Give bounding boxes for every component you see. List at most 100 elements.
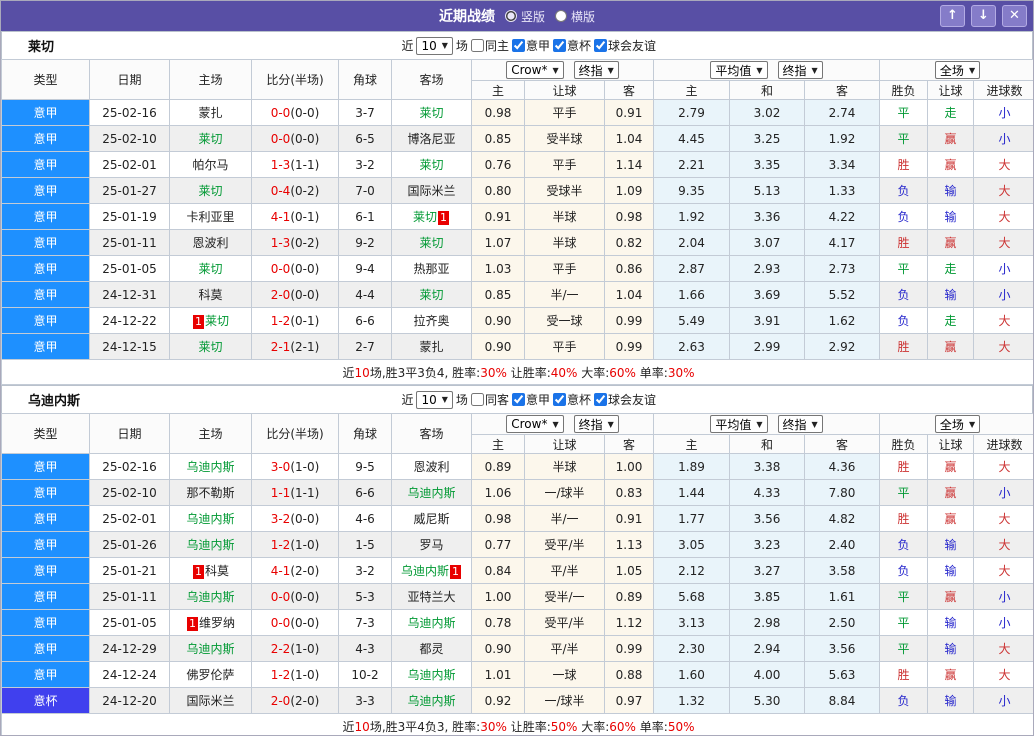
coppa-checkbox-label[interactable]: 意杯 [552,391,591,408]
home-team-cell[interactable]: 莱切 [169,255,252,282]
result-goals-value: 大 [973,229,1033,256]
home-team-cell[interactable]: 佛罗伦萨 [169,661,252,688]
match-type-cell: 意甲 [1,557,90,584]
home-team-cell[interactable]: 科莫 [169,281,252,308]
col-odds-home: 主 [471,434,525,454]
match-count-select[interactable]: 10 ▼ [416,36,453,55]
odds-time-select[interactable]: 终指 ▼ [573,415,619,433]
move-down-button[interactable]: ↓ [971,5,996,27]
avg-home-value: 5.68 [653,583,731,610]
away-team-cell[interactable]: 蒙扎 [391,333,472,360]
serie-a-checkbox-label[interactable]: 意甲 [511,37,550,54]
away-team-cell[interactable]: 恩波利 [391,453,472,480]
layout-vertical-radio-label[interactable]: 竖版 [504,8,545,25]
home-team-cell[interactable]: 恩波利 [169,229,252,256]
home-team-cell[interactable]: 1 莱切 [169,307,252,334]
away-team-cell[interactable]: 乌迪内斯 [391,661,472,688]
home-team-cell[interactable]: 蒙扎 [169,99,252,126]
match-type-cell: 意甲 [1,583,90,610]
home-team-cell[interactable]: 莱切 [169,125,252,152]
friendly-checkbox-label[interactable]: 球会友谊 [593,391,656,408]
layout-vertical-radio[interactable] [504,10,517,22]
avg-time-select[interactable]: 终指 ▼ [777,415,823,433]
match-count-select[interactable]: 10 ▼ [416,390,453,409]
serie-a-checkbox[interactable] [511,39,525,52]
friendly-checkbox-label[interactable]: 球会友谊 [593,37,656,54]
home-team-cell[interactable]: 莱切 [169,333,252,360]
away-team-cell[interactable]: 罗马 [391,531,472,558]
close-button[interactable]: ✕ [1002,5,1027,27]
home-team-cell[interactable]: 乌迪内斯 [169,505,252,532]
home-team-cell[interactable]: 乌迪内斯 [169,531,252,558]
result-goals-value: 大 [973,531,1033,558]
match-date: 25-01-26 [89,531,170,558]
away-team-cell[interactable]: 国际米兰 [391,177,472,204]
avg-draw-value: 2.93 [729,255,806,282]
away-team-cell[interactable]: 乌迪内斯 1 [391,557,472,584]
bookmaker-select[interactable]: Crow* ▼ [506,415,564,433]
col-res-handicap: 让球 [927,434,975,454]
away-team-cell[interactable]: 莱切 [391,99,472,126]
coppa-checkbox[interactable] [552,393,566,406]
col-type: 类型 [1,59,90,100]
home-team-cell[interactable]: 1 维罗纳 [169,609,252,636]
same-venue-checkbox[interactable] [470,39,484,52]
away-team-cell[interactable]: 乌迪内斯 [391,479,472,506]
avg-draw-value: 3.25 [729,125,806,152]
home-team-cell[interactable]: 帕尔马 [169,151,252,178]
away-team-cell[interactable]: 威尼斯 [391,505,472,532]
home-team-cell[interactable]: 莱切 [169,177,252,204]
friendly-checkbox[interactable] [593,393,607,406]
home-team-cell[interactable]: 卡利亚里 [169,203,252,230]
avg-draw-value: 3.07 [729,229,806,256]
odds-time-select[interactable]: 终指 ▼ [573,61,619,79]
move-up-button[interactable]: ↑ [940,5,965,27]
away-team-cell[interactable]: 莱切 [391,151,472,178]
away-team-cell[interactable]: 都灵 [391,635,472,662]
odds-away-value: 0.91 [603,505,655,532]
period-select[interactable]: 全场 ▼ [934,61,981,79]
away-team-name: 拉齐奥 [413,314,450,328]
average-select[interactable]: 平均值 ▼ [710,61,768,79]
away-team-cell[interactable]: 乌迪内斯 [391,609,472,636]
score-cell: 1-2(1-0) [251,531,339,558]
away-team-cell[interactable]: 乌迪内斯 [391,687,472,714]
layout-horizontal-radio-label[interactable]: 横版 [555,8,595,25]
same-venue-checkbox-label[interactable]: 同主 [470,37,509,54]
away-team-cell[interactable]: 莱切 [391,229,472,256]
avg-away-value: 3.58 [804,557,881,584]
serie-a-checkbox[interactable] [511,393,525,406]
away-team-cell[interactable]: 亚特兰大 [391,583,472,610]
home-team-cell[interactable]: 乌迪内斯 [169,583,252,610]
away-team-cell[interactable]: 热那亚 [391,255,472,282]
period-select[interactable]: 全场 ▼ [934,415,981,433]
bookmaker-select[interactable]: Crow* ▼ [506,61,564,79]
home-team-name: 乌迪内斯 [186,512,235,526]
away-team-cell[interactable]: 博洛尼亚 [391,125,472,152]
home-team-cell[interactable]: 乌迪内斯 [169,453,252,480]
table-row: 意甲 25-01-21 1 科莫 4-1(2-0) 3-2 乌迪内斯 1 0.84 … [1,557,1033,584]
same-venue-checkbox[interactable] [470,393,484,406]
friendly-checkbox[interactable] [593,39,607,52]
coppa-checkbox-label[interactable]: 意杯 [552,37,591,54]
away-team-cell[interactable]: 拉齐奥 [391,307,472,334]
home-team-cell[interactable]: 那不勒斯 [169,479,252,506]
match-type-cell: 意甲 [1,333,90,360]
home-team-cell[interactable]: 1 科莫 [169,557,252,584]
same-venue-checkbox-label[interactable]: 同客 [470,391,509,408]
score-cell: 1-3(1-1) [251,151,339,178]
result-handicap-value: 输 [927,203,975,230]
home-team-cell[interactable]: 国际米兰 [169,687,252,714]
home-team-cell[interactable]: 乌迪内斯 [169,635,252,662]
layout-horizontal-radio[interactable] [555,10,567,22]
coppa-checkbox[interactable] [552,39,566,52]
serie-a-checkbox-label[interactable]: 意甲 [511,391,550,408]
away-team-cell[interactable]: 莱切 1 [391,203,472,230]
result-handicap-value: 输 [927,609,975,636]
avg-home-value: 1.77 [653,505,731,532]
average-select[interactable]: 平均值 ▼ [710,415,768,433]
odds-home-value: 0.91 [471,203,525,230]
avg-time-select[interactable]: 终指 ▼ [777,61,823,79]
away-team-cell[interactable]: 莱切 [391,281,472,308]
match-date: 24-12-15 [89,333,170,360]
